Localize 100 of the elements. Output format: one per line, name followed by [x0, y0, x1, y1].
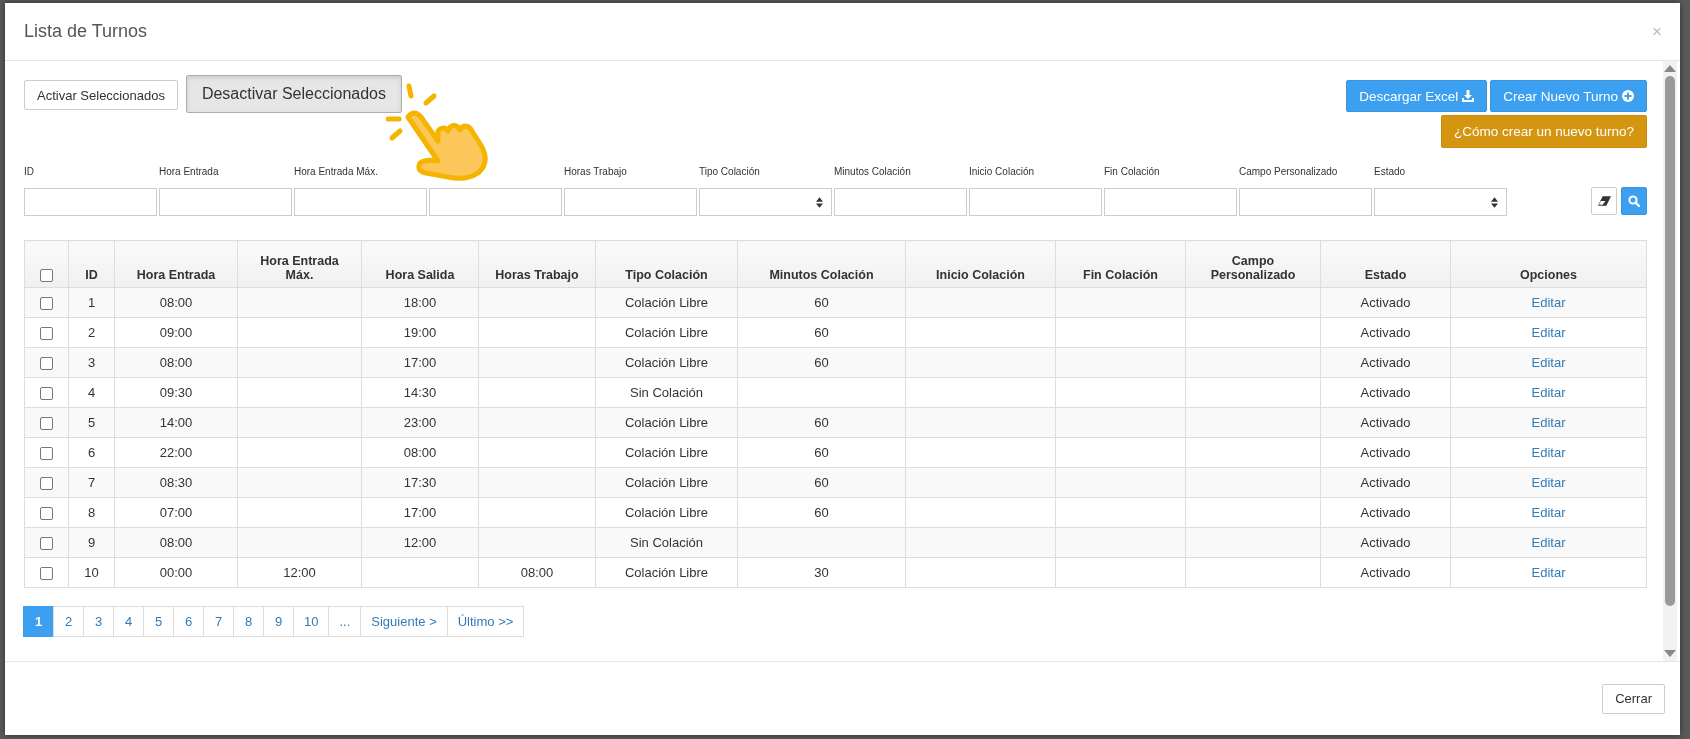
table-cell: Activado	[1360, 295, 1411, 310]
filter-input[interactable]	[159, 188, 292, 216]
page-link[interactable]: ...	[328, 606, 362, 637]
edit-link[interactable]: Editar	[1531, 295, 1566, 310]
edit-link[interactable]: Editar	[1531, 385, 1566, 400]
clear-filters-button[interactable]	[1591, 187, 1617, 215]
page-link[interactable]: Siguiente >	[360, 606, 448, 637]
create-shift-button[interactable]: Crear Nuevo Turno	[1490, 80, 1647, 112]
column-header: Hora Entrada	[136, 268, 216, 282]
edit-link[interactable]: Editar	[1531, 565, 1566, 580]
filter-input[interactable]	[969, 188, 1102, 216]
up-down-caret-icon	[1491, 196, 1498, 208]
table-cell: 8	[87, 505, 96, 520]
edit-link[interactable]: Editar	[1531, 475, 1566, 490]
download-excel-button[interactable]: Descargar Excel	[1346, 80, 1488, 112]
page-link[interactable]: 2	[53, 606, 84, 637]
download-icon	[1462, 90, 1475, 102]
column-header: Hora Salida	[385, 268, 455, 282]
row-checkbox[interactable]	[40, 447, 53, 461]
table-cell: 7	[87, 475, 96, 490]
page-link[interactable]: 6	[173, 606, 204, 637]
table-cell: Colación Libre	[624, 415, 709, 430]
column-header: Campo Personalizado	[1210, 254, 1296, 282]
deactivate-selected-button[interactable]: Desactivar Seleccionados	[185, 75, 402, 113]
table-cell: 60	[814, 445, 829, 460]
edit-link[interactable]: Editar	[1531, 505, 1566, 520]
table-cell: 08:00	[159, 355, 193, 370]
page-link[interactable]: 4	[113, 606, 144, 637]
page-link[interactable]: 9	[263, 606, 294, 637]
column-header: Tipo Colación	[625, 268, 708, 282]
table-cell: 6	[87, 445, 96, 460]
close-modal-button[interactable]: Cerrar	[1602, 683, 1665, 714]
table-cell: Activado	[1360, 325, 1411, 340]
filter-input[interactable]	[24, 188, 157, 216]
table-cell: 60	[814, 295, 829, 310]
table-cell: 08:30	[159, 475, 193, 490]
table-cell: 07:00	[159, 505, 193, 520]
filter-label: Inicio Colación	[969, 166, 1036, 179]
row-checkbox[interactable]	[40, 357, 53, 371]
column-header: ID	[85, 268, 98, 282]
page-link[interactable]: 7	[203, 606, 234, 637]
table-cell: 5	[87, 415, 96, 430]
edit-link[interactable]: Editar	[1531, 325, 1566, 340]
select-all-checkbox[interactable]	[40, 269, 53, 282]
row-checkbox[interactable]	[40, 387, 53, 401]
table-cell: Activado	[1360, 565, 1411, 580]
page-link[interactable]: 8	[233, 606, 264, 637]
page-link[interactable]: 3	[83, 606, 114, 637]
filter-input[interactable]	[834, 188, 967, 216]
table-cell: 08:00	[403, 445, 437, 460]
filter-label: Horas Trabajo	[564, 166, 628, 179]
filter-input[interactable]	[1104, 188, 1237, 216]
table-cell: 18:00	[403, 295, 437, 310]
page-link[interactable]: Último >>	[446, 606, 525, 637]
table-cell: Colación Libre	[624, 475, 709, 490]
column-header: Estado	[1364, 268, 1407, 282]
row-checkbox[interactable]	[40, 417, 53, 431]
table-cell: 60	[814, 325, 829, 340]
filter-label: Fin Colación	[1104, 166, 1161, 179]
filter-label: Minutos Colación	[834, 166, 912, 179]
table-cell: Activado	[1360, 415, 1411, 430]
table-cell: 08:00	[159, 295, 193, 310]
scrollbar[interactable]	[1663, 61, 1677, 661]
table-cell: 9	[87, 535, 96, 550]
table-cell: 4	[87, 385, 96, 400]
filter-input[interactable]	[429, 188, 562, 216]
table-cell: Colación Libre	[624, 505, 709, 520]
edit-link[interactable]: Editar	[1531, 535, 1566, 550]
edit-link[interactable]: Editar	[1531, 445, 1566, 460]
row-checkbox[interactable]	[40, 537, 53, 551]
help-button[interactable]: ¿Cómo crear un nuevo turno?	[1440, 115, 1647, 148]
filter-input[interactable]	[294, 188, 427, 216]
modal-title: Lista de Turnos	[24, 21, 148, 42]
page-link[interactable]: 10	[293, 606, 330, 637]
activate-selected-button[interactable]: Activar Seleccionados	[24, 80, 178, 110]
row-checkbox[interactable]	[40, 567, 53, 581]
row-checkbox[interactable]	[40, 507, 53, 521]
table-cell: 12:00	[403, 535, 437, 550]
row-checkbox[interactable]	[40, 327, 53, 341]
page-link[interactable]: 1	[23, 606, 54, 637]
table-cell: 30	[814, 565, 829, 580]
table-cell: Activado	[1360, 385, 1411, 400]
table-cell: 12:00	[283, 565, 316, 580]
table-cell: Colación Libre	[624, 355, 709, 370]
table-cell: Colación Libre	[624, 295, 709, 310]
table-cell: Activado	[1360, 535, 1411, 550]
row-checkbox[interactable]	[40, 477, 53, 491]
filter-input[interactable]	[564, 188, 697, 216]
table-cell: 23:00	[403, 415, 437, 430]
edit-link[interactable]: Editar	[1531, 355, 1566, 370]
column-header: Horas Trabajo	[495, 268, 579, 282]
table-cell: 60	[814, 505, 829, 520]
page-link[interactable]: 5	[143, 606, 174, 637]
edit-link[interactable]: Editar	[1531, 415, 1566, 430]
table-cell: 17:00	[403, 355, 437, 370]
filter-label: Estado	[1374, 166, 1407, 179]
up-down-caret-icon	[816, 196, 823, 208]
filter-input[interactable]	[1239, 188, 1372, 216]
row-checkbox[interactable]	[40, 297, 53, 311]
filter-label: Tipo Colación	[699, 166, 761, 179]
